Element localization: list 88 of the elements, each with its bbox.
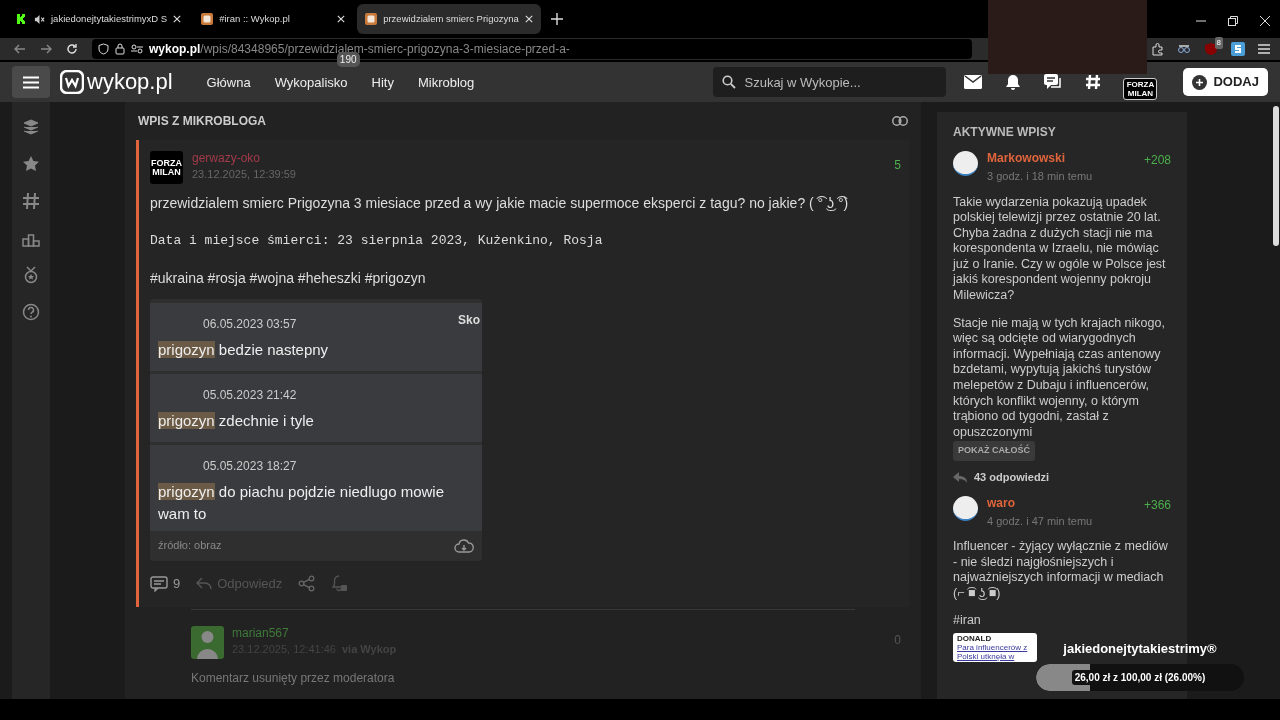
shield-extension-icon[interactable] bbox=[1204, 42, 1218, 56]
kick-logo-icon bbox=[16, 13, 28, 25]
medal-icon[interactable] bbox=[22, 266, 40, 284]
close-icon[interactable] bbox=[173, 15, 182, 23]
forward-arrow-icon[interactable] bbox=[40, 43, 52, 55]
post-code-line: Data i miejsce śmierci: 23 sierpnia 2023, Kużenkino, Rosja bbox=[150, 232, 604, 250]
share-icon[interactable] bbox=[298, 575, 316, 592]
site-logo-text[interactable]: wykop.pl bbox=[87, 71, 173, 93]
bell-icon[interactable] bbox=[1004, 73, 1023, 91]
url-domain: wykop.pl bbox=[149, 42, 201, 56]
vote-count: +366 bbox=[1143, 496, 1171, 514]
entry-text: Takie wydarzenia pokazują upadek polskiej telewizji przez ostatnie 20 lat. Chyba żadna z dużych stacji nie ma korespondenta w Izraelu, nie mówiąc już o Iranie. Czy w ogóle w Polsce jest jakiś korespondent wojenny pokroju Milewicza? bbox=[953, 194, 1167, 304]
reload-icon[interactable] bbox=[66, 43, 78, 55]
entry-text: Influencer - żyjący wyłącznie z mediów - nie śledzi najgłośniejszych i najważniejszych informacji w mediach (⌐ ͡■ ͜ʖ ͡■) bbox=[953, 539, 1169, 602]
message-text: prigozyn do piachu pojdzie niedlugo mowie wam to bbox=[158, 481, 446, 524]
user-avatar[interactable] bbox=[953, 151, 978, 176]
help-icon[interactable] bbox=[22, 303, 40, 321]
message-text: prigozyn bedzie nastepny bbox=[158, 339, 330, 360]
browser-tab[interactable]: przewidzialem smierc Prigozyna bbox=[357, 4, 541, 34]
user-avatar[interactable] bbox=[953, 495, 978, 521]
image-source: źródło: obraz bbox=[158, 538, 222, 554]
extension-badge: 8 bbox=[1214, 37, 1223, 49]
close-icon[interactable] bbox=[337, 15, 346, 23]
tab-title: przewidzialem smierc Prigozyna bbox=[383, 11, 519, 26]
section-title: WPIS Z MIKROBLOGA bbox=[138, 113, 266, 130]
user-avatar[interactable]: FORZA MILAN bbox=[150, 151, 183, 184]
menu-icon bbox=[23, 75, 39, 89]
spy-glasses-icon[interactable] bbox=[1177, 43, 1191, 55]
scrollbar-thumb[interactable] bbox=[1273, 106, 1279, 246]
entry-time: 4 godz. i 47 min temu bbox=[987, 513, 1093, 529]
restore-icon[interactable] bbox=[1228, 16, 1238, 26]
menu-button[interactable] bbox=[12, 66, 50, 98]
permissions-icon bbox=[131, 44, 143, 54]
shield-icon bbox=[98, 43, 109, 55]
entry-time: 3 godz. i 18 min temu bbox=[987, 169, 1093, 184]
menu-icon[interactable] bbox=[1258, 44, 1270, 54]
replies-link[interactable]: 43 odpowiedzi bbox=[953, 469, 1050, 486]
username-link[interactable]: Markowowski bbox=[987, 151, 1093, 166]
nav-link[interactable]: Główna bbox=[206, 75, 251, 90]
corner-text: Sko bbox=[458, 311, 480, 329]
tab-title: jakiedonejtytakiestrimyxD S bbox=[51, 11, 168, 26]
post-text: przewidzialem smierc Prigozyna 3 miesiace przed a wy jakie macie supermoce eksperci z tagu? no jakie? ( ͡° ͜ʖ ͡°) bbox=[150, 194, 850, 213]
entry-text: Stacje nie mają w tych krajach nikogo, więc są odcięte od wiarygodnych informacji. Wypełniają czas antenowy bzdetami, wypytują jakichś turystów melepetów z Dubaju i influencerów, których konflikt wojenny, o którym trąbiono od tygodni, zastał z opuszczonymi bbox=[953, 315, 1166, 441]
message-date: 06.05.2023 03:57 bbox=[203, 315, 297, 333]
reply-arrow-icon bbox=[953, 471, 967, 483]
star-icon[interactable] bbox=[22, 155, 40, 173]
image-brand: DONALD bbox=[957, 633, 993, 643]
stack-icon[interactable] bbox=[22, 118, 40, 136]
search-icon bbox=[722, 75, 737, 89]
search-field[interactable]: Szukaj w Wykopie... bbox=[713, 67, 947, 97]
comment-text: Komentarz usunięty przez moderatora bbox=[191, 669, 396, 687]
muted-speaker-icon[interactable] bbox=[34, 13, 45, 25]
link-icon[interactable] bbox=[892, 116, 908, 126]
back-arrow-icon[interactable] bbox=[14, 43, 26, 55]
panel-title: AKTYWNE WPISY bbox=[953, 124, 1057, 141]
nav-link[interactable]: Wykopalisko bbox=[274, 75, 348, 90]
close-icon[interactable] bbox=[524, 15, 533, 23]
plus-circle-icon bbox=[1192, 74, 1208, 90]
lock-icon bbox=[115, 43, 125, 55]
vote-count: +208 bbox=[1143, 152, 1171, 169]
s-extension-icon[interactable] bbox=[1231, 42, 1245, 56]
show-more-button[interactable]: POKAŻ CAŁOŚĆ bbox=[953, 441, 1035, 461]
tab-title: #iran :: Wykop.pl bbox=[219, 11, 291, 26]
post-date: 23.12.2025, 12:39:59 bbox=[192, 167, 296, 182]
entry-text: #iran bbox=[953, 613, 981, 629]
goal-title: jakiedonejtytakiestrimy® bbox=[1063, 640, 1217, 658]
puzzle-icon[interactable] bbox=[1151, 42, 1164, 56]
cloud-download-icon[interactable] bbox=[454, 538, 474, 553]
envelope-icon[interactable] bbox=[964, 75, 983, 89]
nav-link[interactable]: Hity bbox=[371, 75, 394, 90]
post-tags: #ukraina #rosja #wojna #heheszki #prigozyn bbox=[150, 267, 901, 289]
vote-count: 5 bbox=[894, 157, 901, 174]
browser-tab[interactable]: jakiedonejtytakiestrimyxD S bbox=[8, 4, 190, 34]
username-link[interactable]: waro bbox=[987, 495, 1093, 511]
message-date: 05.05.2023 18:27 bbox=[203, 457, 297, 475]
comments-button[interactable]: 9 bbox=[150, 573, 181, 594]
reply-arrow-icon bbox=[196, 576, 213, 591]
image-headline: Para influencerów z Polski utknęła w bbox=[957, 642, 1029, 661]
new-tab-plus-icon[interactable] bbox=[550, 13, 563, 25]
add-button[interactable]: DODAJ bbox=[1183, 68, 1268, 96]
user-avatar[interactable]: FORZA MILAN bbox=[1123, 77, 1158, 100]
comment-icon bbox=[150, 575, 168, 592]
close-icon[interactable] bbox=[1260, 16, 1270, 26]
message-text: prigozyn zdechnie i tyle bbox=[158, 410, 315, 431]
message-date: 05.05.2023 21:42 bbox=[203, 386, 297, 404]
browser-tab[interactable]: #iran :: Wykop.pl bbox=[193, 4, 354, 34]
nav-link[interactable]: Mikroblog bbox=[417, 75, 475, 90]
chat-bubbles-icon[interactable] bbox=[1044, 73, 1064, 91]
